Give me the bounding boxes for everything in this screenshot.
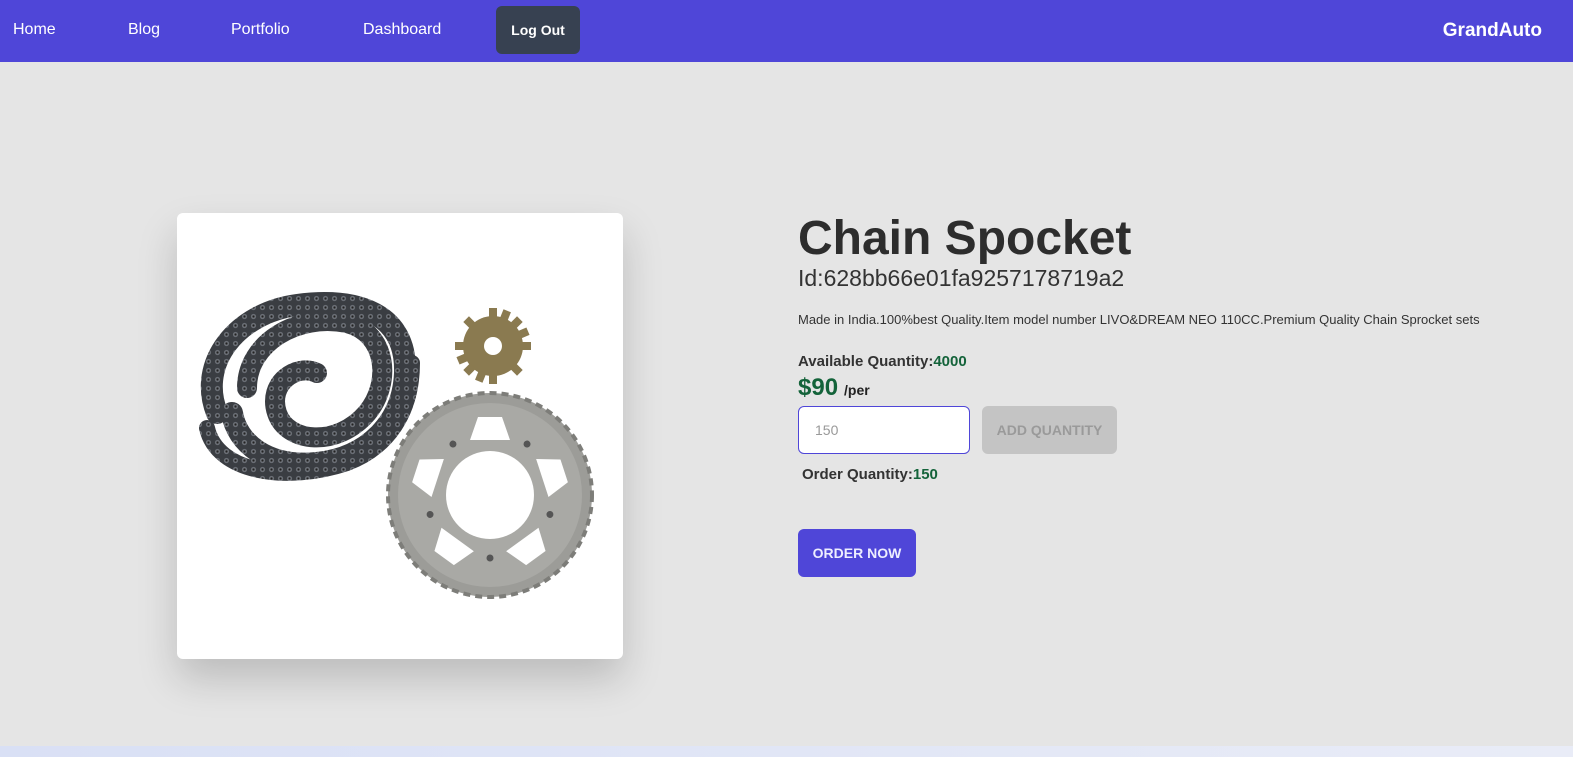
brand-logo[interactable]: GrandAuto [1443, 20, 1542, 42]
available-quantity-value: 4000 [933, 353, 967, 370]
price-value: $90 [798, 374, 839, 401]
product-title: Chain Spocket [798, 212, 1132, 265]
large-sprocket-graphic [386, 391, 594, 599]
product-description: Made in India.100%best Quality.Item mode… [798, 312, 1480, 327]
nav-portfolio-link[interactable]: Portfolio [231, 21, 290, 39]
order-quantity-value: 150 [912, 466, 938, 483]
logout-button[interactable]: Log Out [496, 6, 580, 54]
price-row: $90 /per [798, 374, 1558, 402]
nav-dashboard-link[interactable]: Dashboard [363, 21, 441, 39]
available-quantity: Available Quantity:4000 [798, 353, 1558, 370]
small-sprocket-graphic [455, 308, 531, 384]
quantity-row: ADD QUANTITY [798, 406, 1558, 454]
available-quantity-label: Available Quantity: [798, 353, 934, 370]
nav-blog-link[interactable]: Blog [128, 21, 160, 39]
product-image-card [177, 213, 623, 659]
quantity-input[interactable] [798, 406, 970, 454]
product-id: Id:628bb66e01fa9257178719a2 [798, 265, 1125, 291]
nav-home-link[interactable]: Home [13, 21, 56, 39]
bottom-strip [0, 746, 1573, 757]
order-quantity-label: Order Quantity: [802, 466, 913, 483]
price-unit: /per [844, 382, 870, 398]
order-quantity: Order Quantity:150 [802, 466, 1558, 483]
product-info: Chain Spocket Id:628bb66e01fa9257178719a… [798, 212, 1558, 577]
product-image [199, 292, 594, 599]
order-now-button[interactable]: ORDER NOW [798, 529, 916, 577]
add-quantity-button[interactable]: ADD QUANTITY [982, 406, 1117, 454]
chain-graphic [199, 292, 420, 481]
top-navbar: Home Blog Portfolio Dashboard Log Out Gr… [0, 0, 1573, 62]
